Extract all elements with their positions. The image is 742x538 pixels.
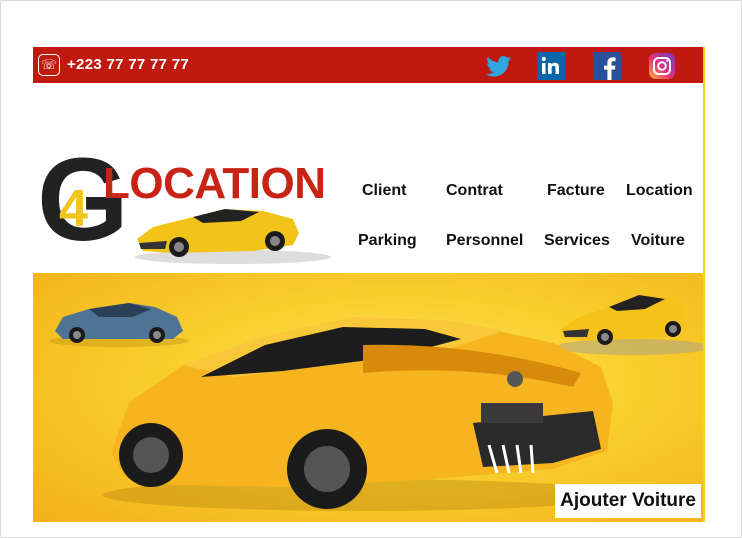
- twitter-icon[interactable]: [484, 51, 514, 81]
- nav-parking[interactable]: Parking: [358, 232, 417, 250]
- brand-logo[interactable]: G 4 LOCATION: [37, 141, 347, 266]
- instagram-icon[interactable]: [647, 51, 677, 81]
- nav-facture[interactable]: Facture: [547, 182, 605, 200]
- nav-services[interactable]: Services: [544, 232, 610, 250]
- main-car-image: [103, 317, 623, 511]
- phone-ring-icon: ☏: [38, 54, 60, 76]
- nav-voiture[interactable]: Voiture: [631, 232, 685, 250]
- add-car-button[interactable]: Ajouter Voiture: [555, 484, 701, 518]
- phone-number: +223 77 77 77 77: [67, 56, 189, 73]
- nav-personnel[interactable]: Personnel: [446, 232, 523, 250]
- linkedin-icon[interactable]: [536, 51, 566, 81]
- hero-banner: Ajouter Voiture: [33, 273, 703, 522]
- nav-client[interactable]: Client: [362, 182, 406, 200]
- logo-car-image: [135, 209, 331, 264]
- blue-car-image: [49, 303, 189, 347]
- logo-word: LOCATION: [103, 159, 326, 208]
- top-bar: ☏ +223 77 77 77 77: [33, 47, 703, 83]
- facebook-icon[interactable]: [592, 51, 622, 81]
- logo-digit: 4: [59, 180, 88, 238]
- nav-contrat[interactable]: Contrat: [446, 182, 503, 200]
- app-page: ☏ +223 77 77 77 77 G 4 LOCATION Client C…: [33, 47, 705, 522]
- nav-location[interactable]: Location: [626, 182, 693, 200]
- header: G 4 LOCATION Client Contrat Facture Loca…: [33, 83, 703, 273]
- yellow-car-small-image: [555, 295, 703, 355]
